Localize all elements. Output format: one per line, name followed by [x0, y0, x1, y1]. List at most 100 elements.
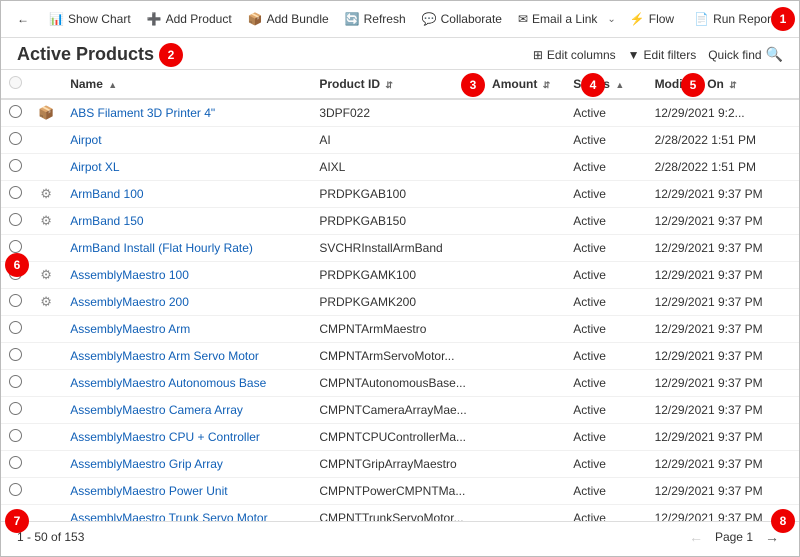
- row-radio[interactable]: [9, 429, 22, 442]
- collaborate-icon: 💬: [422, 12, 437, 26]
- row-icon-cell: [30, 505, 62, 522]
- row-radio[interactable]: [9, 105, 22, 118]
- chart-icon: 📊: [49, 12, 64, 26]
- row-radio[interactable]: [9, 348, 22, 361]
- product-name-link[interactable]: AssemblyMaestro 100: [70, 268, 189, 282]
- row-radio[interactable]: [9, 186, 22, 199]
- footer-right: ← Page 1 →: [685, 527, 783, 547]
- row-productid-cell: 3DPF022: [311, 99, 484, 127]
- table-row: ⚙ArmBand 150PRDPKGAB150Active12/29/2021 …: [1, 208, 799, 235]
- row-productid-cell: CMPNTArmMaestro: [311, 316, 484, 343]
- col-header-modified[interactable]: Modified On ⇵: [647, 70, 799, 99]
- run-report-button[interactable]: 📄 Run Report: [686, 8, 782, 30]
- product-name-link[interactable]: AssemblyMaestro CPU + Controller: [70, 430, 260, 444]
- row-radio[interactable]: [9, 510, 22, 521]
- row-modified-cell: 12/29/2021 9:37 PM: [647, 262, 799, 289]
- row-name-cell: AssemblyMaestro Camera Array: [62, 397, 311, 424]
- row-modified-cell: 12/29/2021 9:37 PM: [647, 424, 799, 451]
- back-button[interactable]: ←: [9, 8, 37, 30]
- row-icon-cell: ⚙: [30, 262, 62, 289]
- run-report-icon: 📄: [694, 12, 709, 26]
- row-name-cell: ArmBand 150: [62, 208, 311, 235]
- row-select-cell: [1, 289, 30, 316]
- product-name-link[interactable]: ArmBand 150: [70, 214, 143, 228]
- product-name-link[interactable]: ArmBand Install (Flat Hourly Rate): [70, 241, 253, 255]
- row-icon-cell: [30, 154, 62, 181]
- row-radio[interactable]: [9, 483, 22, 496]
- product-name-link[interactable]: AssemblyMaestro Camera Array: [70, 403, 243, 417]
- product-name-link[interactable]: Airpot XL: [70, 160, 119, 174]
- edit-columns-label: Edit columns: [547, 48, 616, 62]
- row-select-cell: [1, 262, 30, 289]
- select-all-radio[interactable]: [9, 76, 22, 89]
- run-report-chevron[interactable]: ⌄: [782, 10, 794, 29]
- row-amount-cell: [484, 370, 565, 397]
- email-link-chevron[interactable]: ⌄: [605, 10, 617, 29]
- product-name-link[interactable]: ABS Filament 3D Printer 4": [70, 106, 215, 120]
- product-name-link[interactable]: AssemblyMaestro Grip Array: [70, 457, 223, 471]
- edit-filters-button[interactable]: ▼ Edit filters: [628, 48, 697, 62]
- row-select-cell: [1, 316, 30, 343]
- row-icon-cell: ⚙: [30, 208, 62, 235]
- row-productid-cell: CMPNTArmServoMotor...: [311, 343, 484, 370]
- email-icon: ✉: [518, 12, 528, 26]
- row-radio[interactable]: [9, 294, 22, 307]
- row-amount-cell: [484, 316, 565, 343]
- row-modified-cell: 12/29/2021 9:37 PM: [647, 316, 799, 343]
- row-productid-cell: CMPNTAutonomousBase...: [311, 370, 484, 397]
- flow-button[interactable]: ⚡ Flow: [622, 8, 682, 30]
- product-name-link[interactable]: Airpot: [70, 133, 101, 147]
- productid-sort-icon: ⇵: [385, 80, 393, 90]
- next-page-button[interactable]: →: [761, 527, 783, 547]
- product-name-link[interactable]: AssemblyMaestro Arm: [70, 322, 190, 336]
- row-modified-cell: 12/29/2021 9:37 PM: [647, 505, 799, 522]
- row-productid-cell: AI: [311, 127, 484, 154]
- row-modified-cell: 12/29/2021 9:37 PM: [647, 343, 799, 370]
- product-name-link[interactable]: AssemblyMaestro 200: [70, 295, 189, 309]
- row-icon-cell: [30, 397, 62, 424]
- row-radio[interactable]: [9, 213, 22, 226]
- product-name-link[interactable]: ArmBand 100: [70, 187, 143, 201]
- more-options-button[interactable]: ⋮: [795, 5, 800, 33]
- add-bundle-button[interactable]: 📦 Add Bundle: [240, 8, 337, 30]
- row-icon-cell: ⚙: [30, 289, 62, 316]
- row-select-cell: [1, 478, 30, 505]
- refresh-button[interactable]: 🔄 Refresh: [337, 8, 414, 30]
- col-header-productid[interactable]: Product ID ⇵: [311, 70, 484, 99]
- first-page-button[interactable]: ←: [685, 527, 707, 547]
- status-sort-icon: ▲: [615, 80, 624, 90]
- add-product-button[interactable]: ➕ Add Product: [139, 8, 240, 30]
- row-icon-cell: [30, 370, 62, 397]
- row-radio[interactable]: [9, 240, 22, 253]
- col-header-name[interactable]: Name ▲: [62, 70, 311, 99]
- quick-find-label: Quick find: [708, 48, 761, 62]
- row-radio[interactable]: [9, 402, 22, 415]
- row-icon-cell: [30, 424, 62, 451]
- row-radio[interactable]: [9, 132, 22, 145]
- row-radio[interactable]: [9, 267, 22, 280]
- row-radio[interactable]: [9, 375, 22, 388]
- row-amount-cell: [484, 505, 565, 522]
- show-chart-button[interactable]: 📊 Show Chart: [41, 8, 139, 30]
- row-amount-cell: [484, 478, 565, 505]
- product-name-link[interactable]: AssemblyMaestro Arm Servo Motor: [70, 349, 259, 363]
- table-row: AirpotAIActive2/28/2022 1:51 PM: [1, 127, 799, 154]
- collaborate-button[interactable]: 💬 Collaborate: [414, 8, 510, 30]
- row-radio[interactable]: [9, 159, 22, 172]
- email-link-button[interactable]: ✉ Email a Link: [510, 8, 605, 30]
- row-productid-cell: CMPNTTrunkServoMotor...: [311, 505, 484, 522]
- product-name-link[interactable]: AssemblyMaestro Trunk Servo Motor: [70, 511, 267, 521]
- header-row: Active Products ⌄ ⊞ Edit columns ▼ Edit …: [1, 38, 799, 70]
- product-name-link[interactable]: AssemblyMaestro Power Unit: [70, 484, 227, 498]
- row-select-cell: [1, 181, 30, 208]
- search-icon[interactable]: 🔍: [766, 46, 783, 63]
- kit-icon: ⚙: [40, 267, 52, 282]
- edit-columns-button[interactable]: ⊞ Edit columns: [533, 48, 616, 62]
- row-radio[interactable]: [9, 321, 22, 334]
- view-title-chevron[interactable]: ⌄: [160, 48, 170, 62]
- row-radio[interactable]: [9, 456, 22, 469]
- product-name-link[interactable]: AssemblyMaestro Autonomous Base: [70, 376, 266, 390]
- row-amount-cell: [484, 208, 565, 235]
- col-header-status[interactable]: Status ▲: [565, 70, 646, 99]
- col-header-amount[interactable]: Amount ⇵: [484, 70, 565, 99]
